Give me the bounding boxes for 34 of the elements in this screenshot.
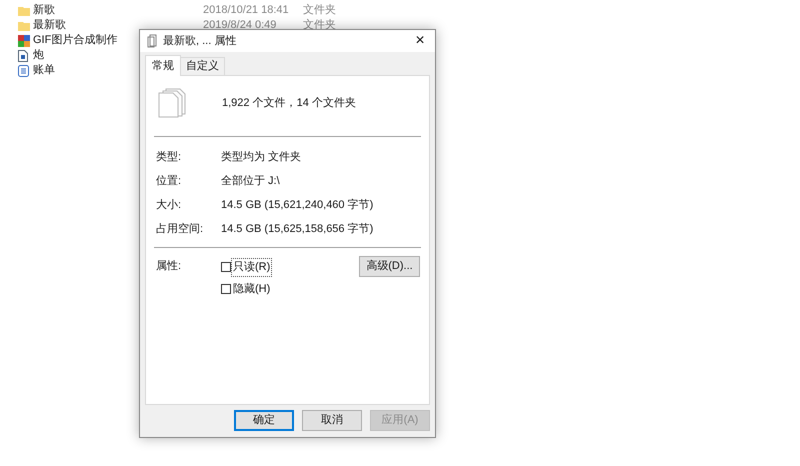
date-text: 2018/10/21 18:41 — [203, 3, 290, 18]
field-label: 占用空间: — [156, 222, 204, 237]
field-value: 14.5 GB (15,625,158,656 字节) — [221, 222, 374, 237]
folder-icon — [18, 4, 30, 16]
window-title: 最新歌, ... 属性 — [163, 34, 236, 49]
folder-icon — [18, 20, 30, 32]
field-label: 位置: — [156, 174, 182, 189]
file-name[interactable]: 新歌 — [33, 2, 203, 19]
documents-icon — [146, 34, 158, 48]
close-button[interactable]: × — [405, 30, 435, 52]
documents-icon — [158, 88, 186, 118]
type-text: 文件夹 — [303, 2, 336, 18]
field-value: 14.5 GB (15,621,240,460 字节) — [221, 198, 374, 213]
file-icon — [18, 50, 28, 62]
dialog-button[interactable]: 取消 — [302, 410, 362, 431]
type-text: 文件夹 — [303, 18, 336, 34]
field-label: 属性: — [156, 259, 182, 274]
checkbox-label: 只读(R) — [232, 259, 272, 276]
checkbox[interactable] — [221, 262, 231, 272]
file-name[interactable]: 最新歌 — [33, 17, 203, 34]
document-icon — [18, 64, 29, 76]
tab[interactable]: 常规 — [145, 55, 181, 76]
field-value: 全部位于 J:\ — [221, 174, 280, 189]
checkbox[interactable] — [221, 284, 231, 294]
field-label: 大小: — [156, 198, 182, 213]
checkbox-label: 隐藏(H) — [232, 282, 272, 296]
summary-text: 1,922 个文件，14 个文件夹 — [222, 96, 356, 111]
field-label: 类型: — [156, 150, 182, 165]
advanced-button[interactable]: 高级(D)... — [359, 256, 420, 277]
date-text: 2019/8/24 0:49 — [203, 18, 278, 34]
tab[interactable]: 自定义 — [181, 57, 225, 75]
app-icon — [18, 34, 30, 46]
field-value: 类型均为 文件夹 — [221, 150, 302, 165]
dialog-button[interactable]: 确定 — [234, 410, 294, 431]
